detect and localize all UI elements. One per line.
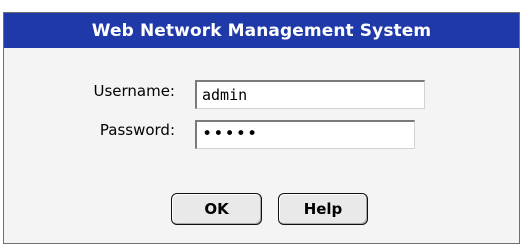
- dialog-title: Web Network Management System: [91, 20, 432, 41]
- dialog-title-bar: Web Network Management System: [4, 13, 519, 48]
- username-label: Username:: [93, 82, 175, 100]
- password-input[interactable]: •••••: [195, 120, 415, 149]
- password-label: Password:: [99, 121, 175, 139]
- username-input[interactable]: [195, 80, 425, 109]
- help-button[interactable]: Help: [278, 193, 368, 225]
- login-page: Web Network Management System Username: …: [0, 0, 525, 251]
- ok-button[interactable]: OK: [171, 193, 262, 225]
